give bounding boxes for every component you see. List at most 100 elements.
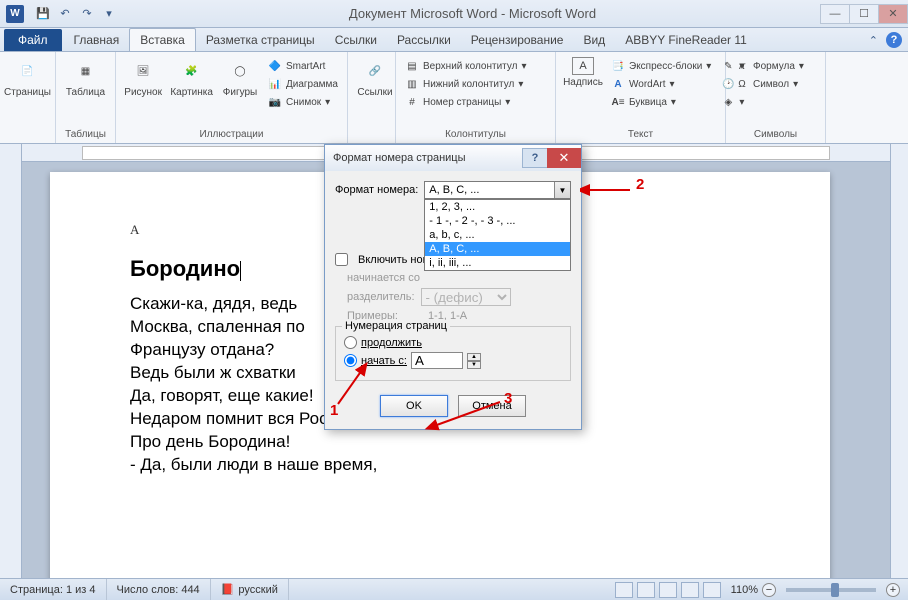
page-number-format-dialog: Формат номера страницы ? ✕ Формат номера…: [324, 144, 582, 430]
ribbon-minimize-icon[interactable]: ⌃: [869, 34, 878, 47]
include-chapter-checkbox[interactable]: [335, 253, 348, 266]
footer-icon: ▥: [405, 77, 419, 91]
textbox-icon: A: [572, 57, 594, 75]
symbol-icon: Ω: [735, 77, 749, 91]
chart-button[interactable]: 📊Диаграмма: [265, 76, 341, 92]
start-at-label: начать с:: [361, 355, 407, 367]
wordart-button[interactable]: AWordArt ▾: [608, 76, 714, 92]
spellcheck-icon: 📕: [221, 583, 235, 596]
tab-mailings[interactable]: Рассылки: [387, 29, 461, 51]
start-at-input[interactable]: [411, 352, 463, 369]
view-outline[interactable]: [681, 582, 699, 598]
shapes-button[interactable]: ◯Фигуры: [219, 54, 261, 101]
quickparts-label: Экспресс-блоки: [629, 61, 702, 72]
zoom-in-button[interactable]: +: [886, 583, 900, 597]
textbox-label: Надпись: [563, 77, 603, 88]
footer-button[interactable]: ▥Нижний колонтитул ▾: [402, 76, 530, 92]
vertical-scrollbar[interactable]: [890, 144, 908, 578]
start-at-radio[interactable]: [344, 354, 357, 367]
status-language[interactable]: 📕русский: [211, 579, 289, 600]
quick-access-toolbar: 💾 ↶ ↷ ▾: [28, 5, 124, 23]
zoom-slider[interactable]: [786, 588, 876, 592]
quickparts-button[interactable]: 📑Экспресс-блоки ▾: [608, 58, 714, 74]
header-button[interactable]: ▤Верхний колонтитул ▾: [402, 58, 530, 74]
status-words[interactable]: Число слов: 444: [107, 579, 211, 600]
tab-page-layout[interactable]: Разметка страницы: [196, 29, 325, 51]
undo-icon[interactable]: ↶: [56, 5, 74, 23]
dropcap-button[interactable]: A≡Буквица ▾: [608, 94, 714, 110]
tab-view[interactable]: Вид: [573, 29, 615, 51]
maximize-button[interactable]: ☐: [849, 4, 879, 24]
table-icon: ▦: [72, 57, 100, 85]
group-label-text: Текст: [562, 128, 719, 141]
view-draft[interactable]: [703, 582, 721, 598]
format-combo-value: A, B, C, ...: [429, 184, 479, 196]
redo-icon[interactable]: ↷: [78, 5, 96, 23]
dialog-title: Формат номера страницы: [333, 152, 466, 164]
textbox-button[interactable]: A Надпись: [562, 54, 604, 91]
file-tab[interactable]: Файл: [4, 29, 62, 51]
screenshot-button[interactable]: 📷Снимок ▾: [265, 94, 341, 110]
tab-references[interactable]: Ссылки: [325, 29, 387, 51]
chevron-down-icon[interactable]: ▼: [554, 182, 570, 198]
ok-button[interactable]: OK: [380, 395, 448, 417]
save-icon[interactable]: 💾: [34, 5, 52, 23]
format-combo[interactable]: A, B, C, ... ▼ 1, 2, 3, ... - 1 -, - 2 -…: [424, 181, 571, 199]
close-button[interactable]: ✕: [878, 4, 908, 24]
dialog-titlebar[interactable]: Формат номера страницы ? ✕: [325, 145, 581, 171]
help-icon[interactable]: ?: [886, 32, 902, 48]
table-label: Таблица: [66, 87, 105, 98]
dialog-help-button[interactable]: ?: [522, 148, 548, 168]
dialog-close-button[interactable]: ✕: [547, 148, 581, 168]
links-button[interactable]: 🔗Ссылки: [354, 54, 396, 101]
screenshot-icon: 📷: [268, 95, 282, 109]
pagenum-label: Номер страницы: [423, 97, 501, 108]
zoom-out-button[interactable]: −: [762, 583, 776, 597]
page-number-button[interactable]: #Номер страницы ▾: [402, 94, 530, 110]
ribbon-tab-strip: Файл Главная Вставка Разметка страницы С…: [0, 28, 908, 52]
format-option[interactable]: a, b, c, ...: [425, 228, 570, 242]
qat-dropdown-icon[interactable]: ▾: [100, 5, 118, 23]
link-icon: 🔗: [361, 57, 389, 85]
annotation-number-1: 1: [330, 402, 338, 419]
format-option[interactable]: - 1 -, - 2 -, - 3 -, ...: [425, 214, 570, 228]
format-option[interactable]: 1, 2, 3, ...: [425, 200, 570, 214]
starts-label: начинается со: [347, 272, 420, 284]
tab-abbyy[interactable]: ABBYY FineReader 11: [615, 29, 757, 51]
tab-review[interactable]: Рецензирование: [461, 29, 574, 51]
pages-label: Страницы: [4, 87, 51, 98]
start-at-spinner[interactable]: ▲▼: [467, 353, 481, 369]
clipart-button[interactable]: 🧩Картинка: [168, 54, 215, 101]
status-page[interactable]: Страница: 1 из 4: [0, 579, 107, 600]
cancel-button[interactable]: Отмена: [458, 395, 526, 417]
table-button[interactable]: ▦ Таблица: [62, 54, 109, 101]
format-label: Формат номера:: [335, 184, 418, 196]
tab-home[interactable]: Главная: [64, 29, 130, 51]
titlebar: W 💾 ↶ ↷ ▾ Документ Microsoft Word - Micr…: [0, 0, 908, 28]
ribbon: 📄 Страницы . ▦ Таблица Таблицы 🖼Рисунок …: [0, 52, 908, 144]
zoom-percent[interactable]: 110%: [731, 584, 758, 596]
view-full-screen[interactable]: [637, 582, 655, 598]
view-web[interactable]: [659, 582, 677, 598]
pages-button[interactable]: 📄 Страницы: [6, 54, 49, 101]
minimize-button[interactable]: —: [820, 4, 850, 24]
continue-radio[interactable]: [344, 336, 357, 349]
continue-label: продолжить: [361, 337, 422, 349]
picture-button[interactable]: 🖼Рисунок: [122, 54, 164, 101]
equation-button[interactable]: πФормула ▾: [732, 58, 807, 74]
window-title: Документ Microsoft Word - Microsoft Word: [124, 6, 821, 21]
pages-icon: 📄: [14, 57, 42, 85]
annotation-number-3: 3: [504, 390, 512, 407]
smartart-button[interactable]: 🔷SmartArt: [265, 58, 341, 74]
picture-label: Рисунок: [124, 87, 162, 98]
group-label-symbols: Символы: [732, 128, 819, 141]
format-option[interactable]: i, ii, iii, ...: [425, 256, 570, 270]
wordart-icon: A: [611, 77, 625, 91]
view-print-layout[interactable]: [615, 582, 633, 598]
format-option[interactable]: A, B, C, ...: [425, 242, 570, 256]
tab-insert[interactable]: Вставка: [129, 28, 196, 51]
symbol-button[interactable]: ΩСимвол ▾: [732, 76, 807, 92]
format-dropdown: 1, 2, 3, ... - 1 -, - 2 -, - 3 -, ... a,…: [424, 199, 571, 271]
chart-label: Диаграмма: [286, 79, 338, 90]
equation-icon: π: [735, 59, 749, 73]
